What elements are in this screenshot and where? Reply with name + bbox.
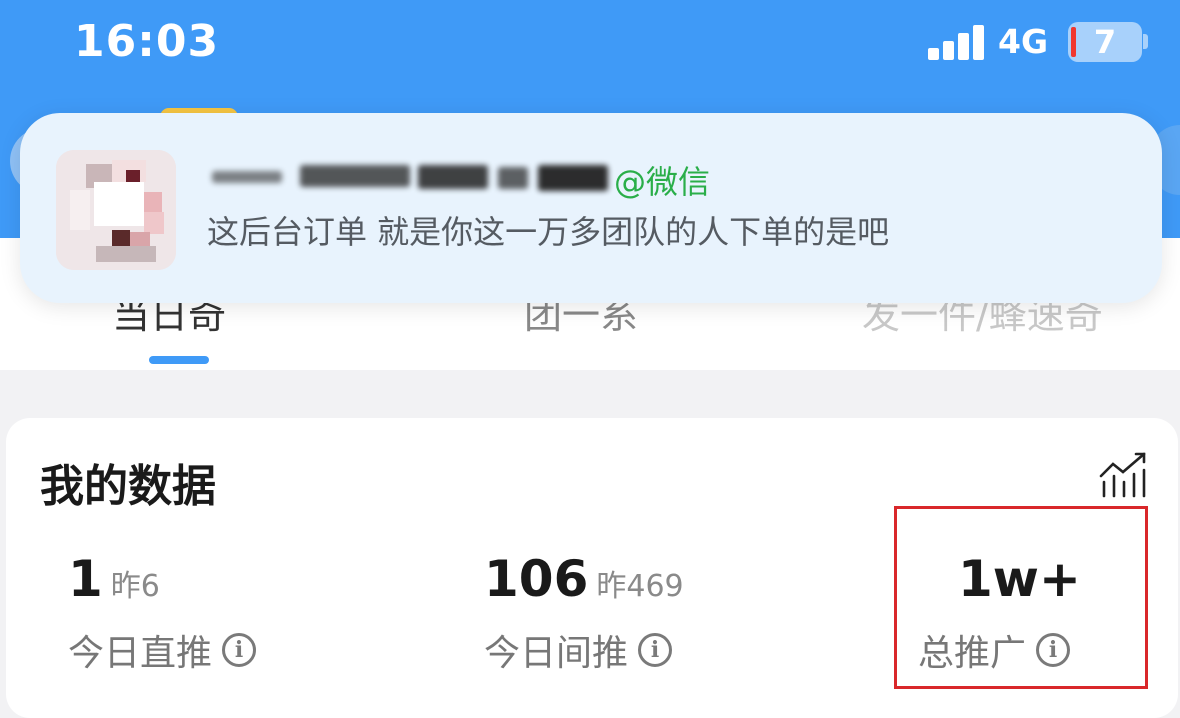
stat-label: 今日间推 <box>484 633 629 674</box>
active-tab-indicator <box>149 356 209 364</box>
stat-yesterday: 昨6 <box>110 569 160 604</box>
info-icon[interactable]: i <box>638 633 673 667</box>
cellular-signal-icon <box>928 24 984 60</box>
notification-message: 这后台订单 就是你这一万多团队的人下单的是吧 <box>207 213 890 251</box>
stat-yesterday: 昨469 <box>596 569 684 604</box>
sender-name-redacted <box>208 157 608 195</box>
stat-value: 1 <box>68 550 103 608</box>
stat-label: 今日直推 <box>68 633 213 674</box>
highlight-annotation-box <box>894 506 1148 689</box>
status-time: 16:03 <box>74 16 220 67</box>
battery-icon: 7 <box>1068 22 1142 62</box>
battery-percent: 7 <box>1093 23 1117 61</box>
stat-value: 106 <box>484 550 589 608</box>
sender-avatar <box>56 150 176 270</box>
info-icon[interactable]: i <box>222 633 257 667</box>
trend-chart-icon[interactable] <box>1098 452 1148 500</box>
stat-direct-today: 1 昨6 今日直推 i <box>68 550 257 676</box>
battery-tip <box>1143 34 1148 49</box>
notification-app-label: @微信 <box>614 163 711 201</box>
network-type: 4G <box>998 22 1049 61</box>
stat-indirect-today: 106 昨469 今日间推 i <box>484 550 684 676</box>
card-title: 我的数据 <box>40 461 216 512</box>
wechat-notification[interactable]: @微信 这后台订单 就是你这一万多团队的人下单的是吧 <box>20 113 1162 303</box>
